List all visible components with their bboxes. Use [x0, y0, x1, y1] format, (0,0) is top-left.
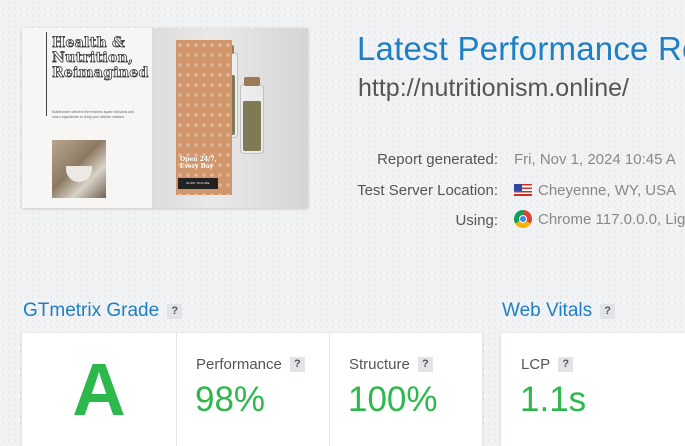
mortar-photo: [52, 140, 106, 198]
chrome-icon: [514, 210, 532, 228]
lcp-help-icon[interactable]: ?: [558, 357, 574, 372]
structure-value: 100%: [348, 380, 438, 419]
us-flag-icon: [514, 184, 532, 196]
performance-label: Performance?: [196, 356, 305, 373]
browser-value: Chrome 117.0.0.0, Lig: [538, 211, 685, 228]
performance-help-icon[interactable]: ?: [289, 357, 305, 372]
structure-help-icon[interactable]: ?: [417, 357, 433, 372]
report-generated-value: Fri, Nov 1, 2024 10:45 A: [514, 151, 676, 168]
site-screenshot: Health & Nutrition, Reimagined Nutrition…: [22, 28, 308, 208]
performance-value: 98%: [195, 380, 266, 419]
thumbnail-promo: Open 24/7, Every Day: [180, 156, 217, 170]
web-vitals-help-icon[interactable]: ?: [600, 304, 616, 319]
browser-info: Chrome 117.0.0.0, Lig: [514, 210, 685, 228]
report-url[interactable]: http://nutritionism.online/: [358, 74, 629, 103]
thumbnail-subtext: Nutritionism delivers the freshest super…: [52, 110, 135, 119]
site-screenshot-card: Health & Nutrition, Reimagined Nutrition…: [22, 28, 308, 208]
patterned-panel: [176, 40, 232, 195]
server-location: Cheyenne, WY, USA: [514, 182, 676, 199]
grade-letter: A: [72, 348, 126, 431]
thumbnail-shop-button: SHOP ONLINE: [178, 178, 218, 189]
gtmetrix-grade-help-icon[interactable]: ?: [167, 304, 183, 319]
gtmetrix-grade-heading: GTmetrix Grade?: [23, 300, 183, 322]
web-vitals-heading: Web Vitals?: [502, 300, 616, 322]
thumbnail-headline: Health & Nutrition, Reimagined: [52, 35, 149, 81]
report-generated-label: Report generated:: [377, 151, 498, 168]
server-location-label: Test Server Location:: [357, 182, 498, 199]
server-location-value: Cheyenne, WY, USA: [538, 182, 677, 199]
lcp-label: LCP?: [521, 356, 574, 373]
lcp-value: 1.1s: [520, 380, 587, 419]
report-title: Latest Performance Re: [357, 30, 685, 67]
structure-label: Structure?: [349, 356, 433, 373]
using-label: Using:: [455, 212, 498, 229]
